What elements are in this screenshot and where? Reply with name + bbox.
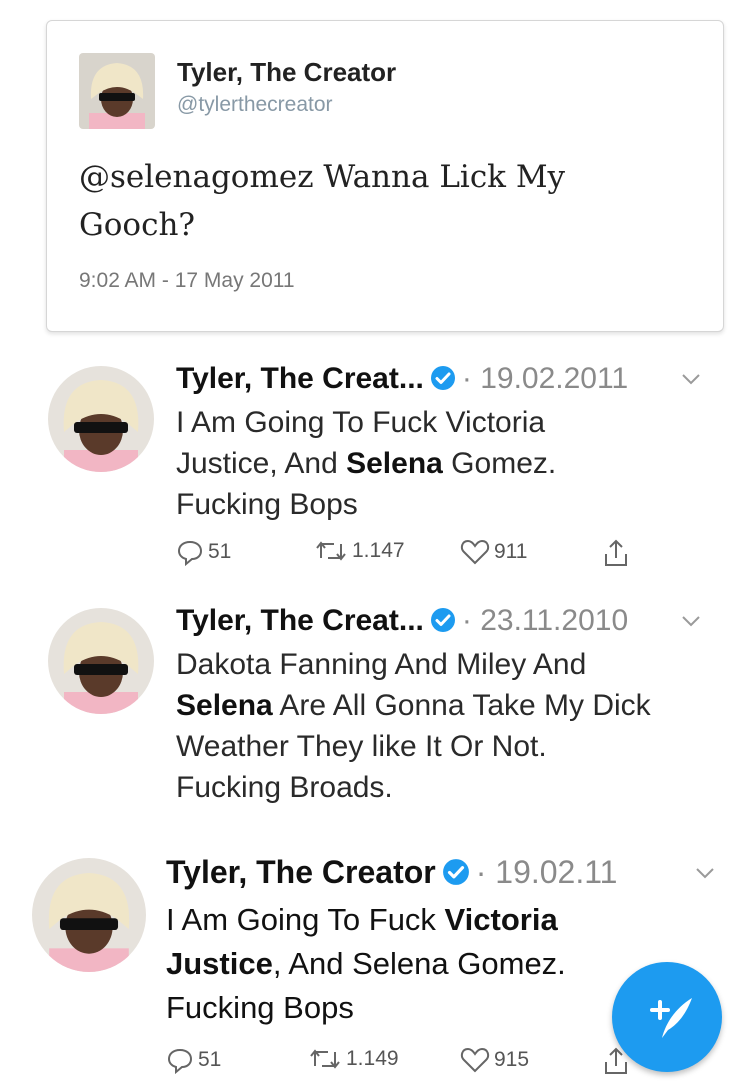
like-count: 915: [494, 1048, 530, 1071]
text-line: Justice, And Selena Gomez.: [176, 443, 556, 484]
tweet-text: I Am Going To Fuck Victoria Justice, And…: [176, 402, 556, 525]
text-line: I Am Going To Fuck Victoria: [166, 898, 566, 942]
author-name[interactable]: Tyler, The Creat...: [176, 604, 424, 637]
compose-tweet-icon: [650, 998, 692, 1038]
avatar[interactable]: [48, 366, 154, 472]
share-icon: [605, 539, 627, 566]
compose-tweet-button[interactable]: [612, 962, 722, 1072]
text-segment: Gomez.: [442, 447, 557, 480]
avatar[interactable]: [48, 608, 154, 714]
tweet-text: I Am Going To Fuck Victoria Justice, And…: [166, 898, 566, 1030]
text-segment: Victoria: [444, 902, 558, 937]
text-segment: Selena: [346, 447, 443, 480]
like-count: 911: [494, 540, 528, 563]
text-line: Selena Are All Gonna Take My Dick: [176, 685, 651, 726]
tweet-date[interactable]: 19.02.11: [495, 854, 617, 890]
text-line: Fucking Bops: [176, 484, 556, 525]
reply-button[interactable]: 51: [166, 1046, 221, 1074]
text-segment: Weather They like It Or Not.: [176, 730, 547, 763]
reply-icon: [167, 1048, 193, 1074]
reply-count: 51: [198, 1048, 222, 1071]
text-segment: I Am Going To Fuck: [166, 902, 445, 937]
tweet-actions: 51 1.147 911: [176, 538, 656, 572]
like-button[interactable]: 915: [460, 1046, 529, 1074]
retweet-icon: [316, 541, 346, 561]
text-line: I Am Going To Fuck Victoria: [176, 402, 556, 443]
author-name[interactable]: Tyler, The Creat...: [176, 362, 424, 395]
verified-badge-icon: [430, 366, 455, 390]
heart-icon: [460, 1047, 490, 1073]
verified-badge-icon: [442, 859, 469, 885]
avatar[interactable]: [79, 53, 155, 129]
tweet-actions: 51 1.149 915: [166, 1046, 646, 1080]
retweet-button[interactable]: 1.149: [308, 1046, 399, 1072]
retweet-icon: [310, 1049, 340, 1069]
heart-icon: [460, 539, 490, 565]
text-segment: Justice, And: [176, 447, 347, 480]
quoted-tweet-card[interactable]: Tyler, The Creator @tylerthecreator @sel…: [46, 20, 724, 332]
reply-icon: [177, 540, 203, 566]
tweet-date[interactable]: 19.02.2011: [480, 362, 628, 395]
author-name[interactable]: Tyler, The Creator: [166, 854, 436, 890]
retweet-count: 1.147: [352, 539, 405, 562]
retweet-button[interactable]: 1.147: [314, 538, 405, 564]
avatar[interactable]: [32, 858, 146, 972]
chevron-down-icon[interactable]: [680, 614, 702, 628]
reply-button[interactable]: 51: [176, 538, 231, 566]
text-segment: Selena: [176, 689, 273, 722]
author-name[interactable]: Tyler, The Creator: [177, 57, 396, 88]
author-handle[interactable]: @tylerthecreator: [177, 93, 333, 117]
tweet-item[interactable]: Tyler, The Creat... · 19.02.2011 I Am Goi…: [0, 358, 750, 588]
tweet-item[interactable]: Tyler, The Creat... · 23.11.2010 Dakota F…: [0, 600, 750, 820]
verified-badge-icon: [430, 608, 455, 632]
share-button[interactable]: [602, 538, 630, 568]
text-segment: Fucking Bops: [166, 990, 354, 1025]
chevron-down-icon[interactable]: [680, 372, 702, 386]
text-line: Fucking Broads.: [176, 767, 651, 808]
chevron-down-icon[interactable]: [694, 866, 716, 880]
tweet-text: @selenagomez Wanna Lick My Gooch?: [79, 159, 566, 243]
retweet-count: 1.149: [346, 1047, 399, 1070]
text-line: Fucking Bops: [166, 986, 566, 1030]
text-line: Justice, And Selena Gomez.: [166, 942, 566, 986]
text-segment: Justice: [166, 946, 273, 981]
like-button[interactable]: 911: [460, 538, 527, 566]
tweet-timestamp[interactable]: 9:02 AM - 17 May 2011: [79, 269, 295, 293]
text-segment: , And Selena Gomez.: [272, 946, 566, 981]
text-segment: Fucking Broads.: [176, 771, 393, 804]
text-segment: I Am Going To Fuck Victoria: [176, 406, 546, 439]
tweet-date[interactable]: 23.11.2010: [480, 604, 628, 637]
reply-count: 51: [208, 540, 232, 563]
text-segment: Dakota Fanning And Miley And: [176, 648, 587, 681]
text-line: Dakota Fanning And Miley And: [176, 644, 651, 685]
text-segment: Are All Gonna Take My Dick: [272, 689, 651, 722]
text-line: Weather They like It Or Not.: [176, 726, 651, 767]
text-segment: Fucking Bops: [176, 488, 358, 521]
tweet-text: Dakota Fanning And Miley And Selena Are …: [176, 644, 651, 808]
